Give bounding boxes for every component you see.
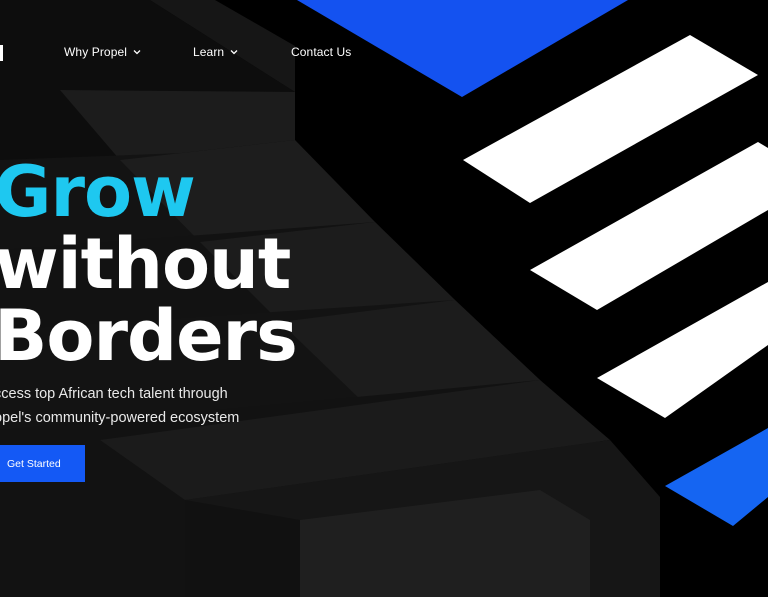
chevron-down-icon bbox=[230, 50, 238, 55]
nav-item-label: Learn bbox=[193, 45, 225, 59]
top-navigation: Why Propel Learn Contact Us bbox=[0, 45, 400, 63]
nav-item-contact-us[interactable]: Contact Us bbox=[291, 45, 351, 59]
blue-shape-bottom-right bbox=[665, 428, 768, 526]
nav-item-learn[interactable]: Learn bbox=[193, 45, 238, 59]
logo-mark[interactable] bbox=[0, 45, 3, 61]
white-bar-3-shape bbox=[597, 282, 768, 418]
hero-title-accent: Grow bbox=[0, 151, 196, 233]
nav-item-why-propel[interactable]: Why Propel bbox=[64, 45, 141, 59]
hero-subtitle: ccess top African tech talent through op… bbox=[0, 382, 294, 430]
hero-title-line-3: Borders bbox=[0, 295, 298, 377]
hero-title: Grow without Borders bbox=[0, 151, 298, 377]
hero-subtitle-line-1: ccess top African tech talent through bbox=[0, 386, 228, 402]
nav-item-label: Contact Us bbox=[291, 45, 352, 59]
chevron-down-icon bbox=[133, 50, 141, 55]
nav-item-label: Why Propel bbox=[64, 45, 128, 59]
hero-title-line-2: without bbox=[0, 223, 291, 305]
hero-subtitle-line-2: opel's community-powered ecosystem bbox=[0, 410, 240, 426]
get-started-button[interactable]: Get Started bbox=[0, 445, 85, 482]
